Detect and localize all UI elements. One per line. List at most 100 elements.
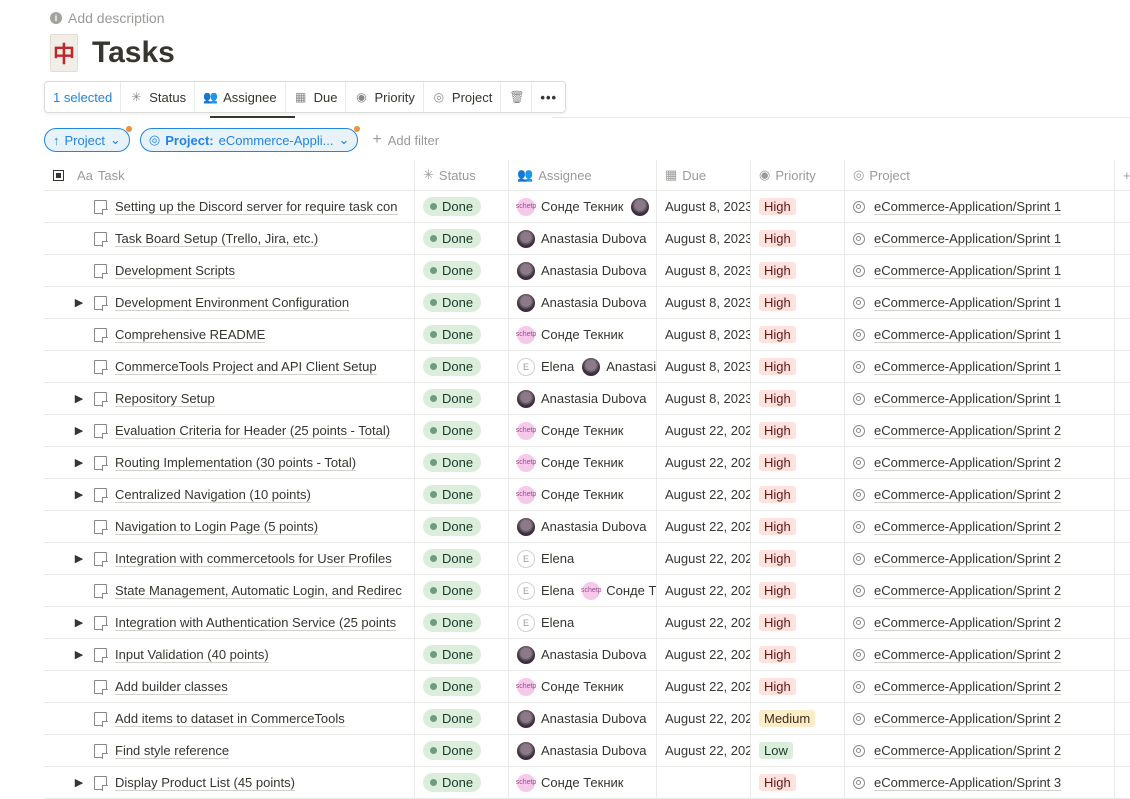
due-cell[interactable]: August 8, 2023 xyxy=(657,351,751,382)
project-cell[interactable]: eCommerce-Application/Sprint 1 xyxy=(845,351,1115,382)
due-cell[interactable]: August 22, 202 xyxy=(657,447,751,478)
task-cell[interactable]: Comprehensive README xyxy=(44,319,415,350)
due-cell[interactable]: August 22, 202 xyxy=(657,415,751,446)
priority-cell[interactable]: High xyxy=(751,319,845,350)
priority-cell[interactable]: High xyxy=(751,575,845,606)
assignee-cell[interactable]: Anastasia Dubova xyxy=(509,255,657,286)
due-cell[interactable]: August 8, 2023 xyxy=(657,255,751,286)
task-name[interactable]: Development Scripts xyxy=(115,263,235,279)
task-cell[interactable]: ▶ Input Validation (40 points) xyxy=(44,639,415,670)
project-cell[interactable]: eCommerce-Application/Sprint 2 xyxy=(845,479,1115,510)
status-cell[interactable]: Done xyxy=(415,255,509,286)
column-header-due[interactable]: ▦ Due xyxy=(657,160,751,190)
task-cell[interactable]: ▶ Integration with Authentication Servic… xyxy=(44,607,415,638)
select-all-checkbox[interactable] xyxy=(53,169,64,181)
priority-cell[interactable]: High xyxy=(751,767,845,798)
task-name[interactable]: Task Board Setup (Trello, Jira, etc.) xyxy=(115,231,319,247)
status-cell[interactable]: Done xyxy=(415,511,509,542)
status-cell[interactable]: Done xyxy=(415,383,509,414)
expand-toggle-icon[interactable]: ▶ xyxy=(64,776,94,789)
assignee-cell[interactable]: Anastasia Dubova xyxy=(509,703,657,734)
column-header-priority[interactable]: ◉ Priority xyxy=(751,160,845,190)
project-cell[interactable]: eCommerce-Application/Sprint 1 xyxy=(845,319,1115,350)
assignee-cell[interactable]: E Elena xyxy=(509,607,657,638)
project-cell[interactable]: eCommerce-Application/Sprint 2 xyxy=(845,735,1115,766)
task-name[interactable]: Setting up the Discord server for requir… xyxy=(115,199,398,215)
expand-toggle-icon[interactable]: ▶ xyxy=(64,648,94,661)
expand-toggle-icon[interactable]: ▶ xyxy=(64,296,94,309)
assignee-cell[interactable]: schetp Сонде Текник xyxy=(509,479,657,510)
add-column-button[interactable]: + xyxy=(1115,160,1130,190)
due-cell[interactable]: August 22, 202 xyxy=(657,735,751,766)
priority-cell[interactable]: High xyxy=(751,607,845,638)
task-cell[interactable]: Find style reference xyxy=(44,735,415,766)
project-link[interactable]: eCommerce-Application/Sprint 2 xyxy=(874,743,1062,759)
task-cell[interactable]: ▶ Centralized Navigation (10 points) xyxy=(44,479,415,510)
due-cell[interactable]: August 8, 2023 xyxy=(657,191,751,222)
task-name[interactable]: Find style reference xyxy=(115,743,230,759)
assignee-cell[interactable]: E Elena schetp Сонде Те xyxy=(509,575,657,606)
due-cell[interactable]: August 22, 202 xyxy=(657,639,751,670)
column-header-project[interactable]: ◎ Project xyxy=(845,160,1115,190)
task-cell[interactable]: ▶ Integration with commercetools for Use… xyxy=(44,543,415,574)
project-cell[interactable]: eCommerce-Application/Sprint 2 xyxy=(845,575,1115,606)
project-link[interactable]: eCommerce-Application/Sprint 2 xyxy=(874,711,1062,727)
project-cell[interactable]: eCommerce-Application/Sprint 1 xyxy=(845,383,1115,414)
project-link[interactable]: eCommerce-Application/Sprint 1 xyxy=(874,199,1062,215)
table-row[interactable]: ▶ Development Environment Configuration … xyxy=(44,287,1130,319)
table-row[interactable]: State Management, Automatic Login, and R… xyxy=(44,575,1130,607)
bulk-due-button[interactable]: ▦ Due xyxy=(286,82,347,112)
project-link[interactable]: eCommerce-Application/Sprint 3 xyxy=(874,775,1062,791)
due-cell[interactable]: August 8, 2023 xyxy=(657,383,751,414)
due-cell[interactable]: August 8, 2023 xyxy=(657,223,751,254)
task-cell[interactable]: ▶ Routing Implementation (30 points - To… xyxy=(44,447,415,478)
priority-cell[interactable]: High xyxy=(751,511,845,542)
project-link[interactable]: eCommerce-Application/Sprint 2 xyxy=(874,679,1062,695)
expand-toggle-icon[interactable]: ▶ xyxy=(64,616,94,629)
due-cell[interactable]: August 22, 202 xyxy=(657,703,751,734)
status-cell[interactable]: Done xyxy=(415,479,509,510)
project-link[interactable]: eCommerce-Application/Sprint 1 xyxy=(874,263,1062,279)
priority-cell[interactable]: Low xyxy=(751,735,845,766)
table-row[interactable]: Add items to dataset in CommerceTools Do… xyxy=(44,703,1130,735)
project-link[interactable]: eCommerce-Application/Sprint 2 xyxy=(874,423,1062,439)
project-cell[interactable]: eCommerce-Application/Sprint 1 xyxy=(845,287,1115,318)
project-cell[interactable]: eCommerce-Application/Sprint 1 xyxy=(845,223,1115,254)
expand-toggle-icon[interactable]: ▶ xyxy=(64,392,94,405)
task-name[interactable]: Display Product List (45 points) xyxy=(115,775,295,791)
delete-button[interactable]: 🗑 xyxy=(501,82,533,112)
page-emoji-icon[interactable]: 中 xyxy=(50,34,78,72)
project-cell[interactable]: eCommerce-Application/Sprint 3 xyxy=(845,767,1115,798)
table-row[interactable]: ▶ Evaluation Criteria for Header (25 poi… xyxy=(44,415,1130,447)
status-cell[interactable]: Done xyxy=(415,575,509,606)
priority-cell[interactable]: High xyxy=(751,351,845,382)
status-cell[interactable]: Done xyxy=(415,607,509,638)
project-cell[interactable]: eCommerce-Application/Sprint 2 xyxy=(845,511,1115,542)
task-name[interactable]: Integration with commercetools for User … xyxy=(115,551,392,567)
task-cell[interactable]: Add items to dataset in CommerceTools xyxy=(44,703,415,734)
due-cell[interactable]: August 22, 202 xyxy=(657,511,751,542)
project-link[interactable]: eCommerce-Application/Sprint 2 xyxy=(874,455,1062,471)
project-cell[interactable]: eCommerce-Application/Sprint 2 xyxy=(845,607,1115,638)
add-filter-button[interactable]: + Add filter xyxy=(372,131,439,149)
expand-toggle-icon[interactable]: ▶ xyxy=(64,424,94,437)
project-cell[interactable]: eCommerce-Application/Sprint 1 xyxy=(845,255,1115,286)
project-cell[interactable]: eCommerce-Application/Sprint 2 xyxy=(845,415,1115,446)
status-cell[interactable]: Done xyxy=(415,223,509,254)
selected-count-button[interactable]: 1 selected xyxy=(45,82,122,112)
task-name[interactable]: Repository Setup xyxy=(115,391,215,407)
table-row[interactable]: CommerceTools Project and API Client Set… xyxy=(44,351,1130,383)
priority-cell[interactable]: High xyxy=(751,479,845,510)
priority-cell[interactable]: High xyxy=(751,543,845,574)
project-cell[interactable]: eCommerce-Application/Sprint 2 xyxy=(845,447,1115,478)
task-name[interactable]: Evaluation Criteria for Header (25 point… xyxy=(115,423,391,439)
more-button[interactable]: ••• xyxy=(532,82,565,112)
assignee-cell[interactable]: Anastasia Dubova xyxy=(509,511,657,542)
due-cell[interactable] xyxy=(657,767,751,798)
task-name[interactable]: Add items to dataset in CommerceTools xyxy=(115,711,345,727)
assignee-cell[interactable]: Anastasia Dubova xyxy=(509,287,657,318)
bulk-project-button[interactable]: ◎ Project xyxy=(424,82,502,112)
column-header-task[interactable]: Aa Task xyxy=(44,160,415,190)
priority-cell[interactable]: High xyxy=(751,639,845,670)
task-name[interactable]: Add builder classes xyxy=(115,679,228,695)
